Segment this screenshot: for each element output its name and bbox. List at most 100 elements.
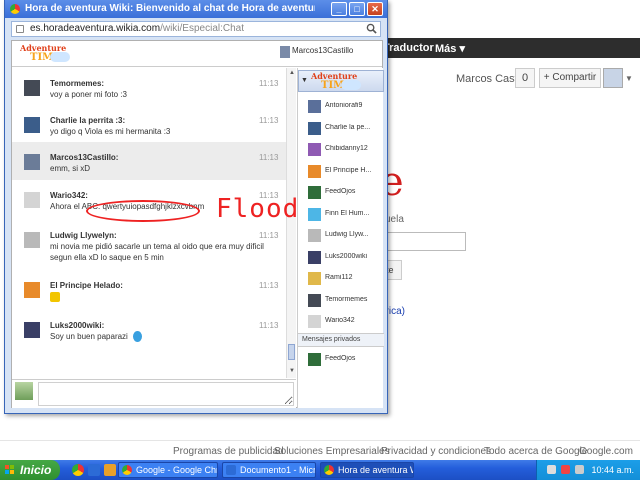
url-path: /wiki/Especial:Chat <box>160 23 244 34</box>
footer-business-link[interactable]: Soluciones Empresariales <box>274 446 390 457</box>
message-author[interactable]: Wario342: <box>50 191 88 200</box>
user-avatar <box>308 100 321 113</box>
google-top-bar: Traductor Más ▾ <box>380 38 640 58</box>
start-button[interactable]: Inicio <box>0 460 60 480</box>
user-list-item[interactable]: Wario342 <box>298 311 384 333</box>
user-avatar <box>308 207 321 221</box>
user-avatar <box>308 272 321 285</box>
message-time: 11:13 <box>259 79 279 88</box>
user-name: El Principe H... <box>325 166 372 174</box>
account-row: Marcos Castillo 0 + Compartir ▼ <box>380 68 640 92</box>
message-time: 11:13 <box>259 153 279 162</box>
scroll-thumb[interactable] <box>288 344 295 360</box>
chevron-down-icon[interactable]: ▼ <box>625 74 633 83</box>
volume-icon[interactable] <box>575 465 584 474</box>
task-chat-window[interactable]: Hora de aventura Wi... <box>320 462 414 478</box>
message-text: yo digo q Viola es mi hermanita :3 <box>50 127 171 136</box>
window-title-bar[interactable]: Hora de aventura Wiki: Bienvenido al cha… <box>5 0 387 18</box>
chat-message-input[interactable] <box>38 382 294 406</box>
user-name: Charlie la pe... <box>325 123 371 131</box>
task-word[interactable]: Documento1 - Micros... <box>222 462 316 478</box>
search-icon[interactable] <box>366 23 377 34</box>
message-avatar[interactable] <box>24 117 40 133</box>
user-list-item[interactable]: Antoniorafi9 <box>298 96 384 118</box>
adventure-time-logo: Adventure TIME <box>20 44 72 64</box>
user-name: Temormemes <box>325 295 368 303</box>
user-list-item[interactable]: Charlie la pe... <box>298 118 384 140</box>
footer-domain-link[interactable]: Google.com <box>579 446 633 457</box>
user-name: FeedOjos <box>325 188 356 195</box>
share-button[interactable]: + Compartir <box>539 68 601 88</box>
address-bar[interactable]: es.horadeaventura.wikia.com/wiki/Especia… <box>11 21 381 37</box>
network-icon[interactable] <box>547 465 556 474</box>
close-button[interactable]: ✕ <box>367 2 383 16</box>
message-time: 11:13 <box>259 116 279 125</box>
user-avatar <box>308 293 321 307</box>
maximize-button[interactable]: □ <box>349 2 365 16</box>
message-author[interactable]: Charlie la perrita :3: <box>50 116 125 125</box>
clock[interactable]: 10:44 a.m. <box>591 465 634 475</box>
message-avatar[interactable] <box>24 192 40 208</box>
scroll-up-icon[interactable]: ▲ <box>289 70 295 76</box>
message-text: voy a poner mi foto :3 <box>50 90 127 99</box>
chrome-quicklaunch-icon[interactable] <box>72 464 84 476</box>
windows-taskbar: Inicio Google - Google Chrome Documento1… <box>0 460 640 480</box>
user-avatar <box>308 164 321 178</box>
url-host: es.horadeaventura.wikia.com <box>30 23 161 34</box>
message-avatar[interactable] <box>24 80 40 96</box>
message-avatar[interactable] <box>24 232 40 248</box>
message-avatar[interactable] <box>24 282 40 298</box>
user-name: FeedOjos <box>325 355 356 362</box>
user-avatar <box>308 250 321 264</box>
user-list-item[interactable]: Chibidanny12 <box>298 139 384 161</box>
scroll-down-icon[interactable]: ▼ <box>289 368 295 374</box>
user-avatar <box>308 229 321 242</box>
message-avatar[interactable] <box>24 322 40 338</box>
message-time: 11:13 <box>259 281 279 290</box>
current-user-name: Marcos13Castillo <box>292 46 354 55</box>
message-row: Ludwig Llywelyn: mi novia me pidió sacarl… <box>12 220 286 270</box>
message-time: 11:13 <box>259 321 279 330</box>
window-title: Hora de aventura Wiki: Bienvenido al cha… <box>25 3 315 14</box>
message-author[interactable]: Ludwig Llywelyn: <box>50 231 117 240</box>
footer-privacy-link[interactable]: Privacidad y condiciones <box>381 446 491 457</box>
wiki-room-row[interactable]: ▼ Adventure TIME <box>298 70 384 92</box>
more-link[interactable]: Más ▾ <box>435 42 465 55</box>
google-search-input[interactable] <box>380 232 466 251</box>
user-name: Finn El Hum... <box>325 209 370 217</box>
chevron-down-icon[interactable]: ▼ <box>301 77 308 84</box>
notification-count[interactable]: 0 <box>515 68 535 88</box>
message-author[interactable]: El Principe Helado: <box>50 281 123 290</box>
message-author[interactable]: Temormemes: <box>50 79 104 88</box>
media-quicklaunch-icon[interactable] <box>104 464 116 476</box>
minimize-button[interactable]: _ <box>331 2 347 16</box>
translator-link[interactable]: Traductor <box>383 42 434 54</box>
footer-about-link[interactable]: Todo acerca de Google <box>484 446 587 457</box>
task-chrome[interactable]: Google - Google Chrome <box>118 462 218 478</box>
user-name: Luks2000wiki <box>325 252 368 260</box>
user-list-item[interactable]: Finn El Hum... <box>298 204 384 226</box>
message-author[interactable]: Marcos13Castillo: <box>50 153 118 162</box>
message-text: emm, si xD <box>50 164 90 173</box>
footer-advertising-link[interactable]: Programas de publicidad <box>173 446 284 457</box>
emoticon-icon <box>133 331 142 342</box>
user-list-item[interactable]: Ludwig Llyw... <box>298 225 384 247</box>
user-list-item[interactable]: Temormemes <box>298 290 384 312</box>
my-avatar <box>15 382 33 400</box>
security-icon[interactable] <box>561 465 570 474</box>
user-name: Rami112 <box>325 274 353 281</box>
user-list-item[interactable]: Luks2000wiki <box>298 247 384 269</box>
private-user-item[interactable]: FeedOjos <box>298 349 384 371</box>
word-quicklaunch-icon[interactable] <box>88 464 100 476</box>
user-name: Wario342 <box>325 317 355 324</box>
user-list-item[interactable]: Rami112 <box>298 268 384 290</box>
google-footer: Programas de publicidad Soluciones Empre… <box>0 440 640 460</box>
user-avatar <box>308 315 321 328</box>
current-user-avatar <box>280 46 290 58</box>
user-list-item[interactable]: El Principe H... <box>298 161 384 183</box>
user-list-item[interactable]: FeedOjos <box>298 182 384 204</box>
message-avatar[interactable] <box>24 154 40 170</box>
message-author[interactable]: Luks2000wiki: <box>50 321 104 330</box>
user-name: Ludwig Llyw... <box>325 231 369 238</box>
account-avatar[interactable] <box>603 68 623 88</box>
